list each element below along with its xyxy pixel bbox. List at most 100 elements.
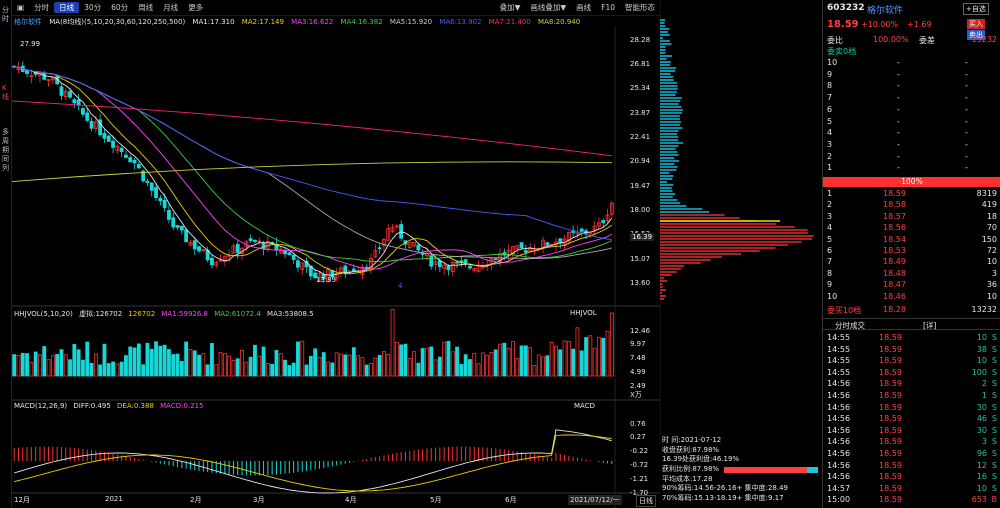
tab-weekly[interactable]: 周线 — [133, 2, 158, 13]
vol-tick: 2.49 — [630, 382, 646, 390]
buy-level-row[interactable]: 7 18.49 10 — [823, 257, 1000, 268]
buy-level-row[interactable]: 9 18.47 36 — [823, 280, 1000, 291]
tab-60min[interactable]: 60分 — [106, 2, 133, 13]
left-tab-bar: 分时 K线 多周期同列 — [0, 0, 12, 508]
draw-line-button[interactable]: 画线 — [571, 2, 596, 13]
current-date-marker: 2021/07/12/一 — [568, 495, 622, 505]
tab-more[interactable]: 更多 — [183, 2, 208, 13]
tick-volume: 1 — [981, 391, 987, 400]
tab-monthly[interactable]: 月线 — [158, 2, 183, 13]
sell-level-row[interactable]: 8 - - — [823, 81, 1000, 92]
candle-body — [132, 159, 137, 164]
level-volume: 3 — [991, 268, 997, 278]
volume-bar — [197, 354, 201, 377]
volume-bar — [579, 350, 584, 377]
tick-volume: 10 — [976, 356, 987, 366]
ma-value: MA4:16.382 — [340, 18, 383, 26]
buy-level-row[interactable]: 3 18.57 18 — [823, 212, 1000, 223]
candle-body — [210, 257, 214, 266]
chip-line: 70%筹码:15.13-18.19+ 集中度:9.17 — [662, 493, 784, 502]
sell-level-row[interactable]: 10 - - — [823, 58, 1000, 69]
left-tab-fenshi[interactable]: 分时 — [2, 6, 11, 24]
volume-bar — [480, 352, 485, 377]
level-number: 3 — [827, 211, 833, 221]
volume-bar — [115, 363, 120, 377]
kline-chart[interactable] — [12, 26, 660, 508]
level-number: 6 — [827, 246, 833, 255]
period-indicator[interactable]: 日线 — [636, 495, 656, 507]
volume-bar — [506, 347, 511, 377]
sell-level-row[interactable]: 7 - - — [823, 93, 1000, 104]
tick-time: 15:00 — [827, 495, 851, 505]
toolbar-square-icon[interactable]: ▣ — [12, 3, 29, 12]
tick-flag: S — [991, 402, 997, 412]
buy-level-row[interactable]: 8 18.48 3 — [823, 269, 1000, 280]
tab-ticks[interactable]: 分时成交 — [835, 320, 865, 331]
draw-overlay-menu[interactable]: 画线叠加▼ — [525, 2, 571, 13]
buy-level-row[interactable]: 4 18.56 70 — [823, 223, 1000, 234]
f10-button[interactable]: F10 — [596, 3, 620, 12]
volume-bar — [472, 353, 477, 377]
volume-bar — [42, 346, 47, 377]
add-watchlist-button[interactable]: +自选 — [963, 3, 989, 15]
candle-body — [42, 72, 47, 80]
tab-daily[interactable]: 日线 — [54, 2, 80, 13]
price-tick: 23.87 — [630, 109, 651, 117]
tick-time: 14:56 — [827, 460, 851, 470]
sell-level-row[interactable]: 2 - - — [823, 152, 1000, 163]
sell-level-row[interactable]: 4 - - — [823, 128, 1000, 139]
tick-flag: B — [991, 495, 998, 505]
level-volume: 419 — [981, 200, 997, 210]
level-price: 18.54 — [883, 234, 906, 244]
level-price: 18.47 — [883, 280, 906, 290]
macd-tick: 0.76 — [630, 420, 646, 428]
buy-button[interactable]: 买入 — [967, 19, 985, 29]
tick-row: 14:56 18.59 1 S — [823, 391, 1000, 402]
macd-tick: -0.22 — [630, 447, 649, 455]
buy-level-row[interactable]: 6 18.53 72 — [823, 246, 1000, 257]
sell-level-row[interactable]: 6 - - — [823, 105, 1000, 116]
tick-volume: 2 — [981, 379, 987, 389]
tab-ticks-detail[interactable]: [详] — [923, 320, 936, 331]
buy-level-row[interactable]: 5 18.54 150 — [823, 235, 1000, 246]
buy-level-row[interactable]: 2 18.58 419 — [823, 200, 1000, 211]
volume-bar — [394, 341, 399, 377]
level-volume: 150 — [981, 234, 997, 244]
volume-bar — [485, 355, 490, 377]
buy-level-row[interactable]: 10 18.46 10 — [823, 292, 1000, 303]
overlay-menu[interactable]: 叠加▼ — [495, 2, 526, 13]
sell-level-row[interactable]: 3 - - — [823, 140, 1000, 151]
chip-line: 16.39处获利盘:46.19% — [662, 455, 740, 464]
buy-total-label: 委买10档 — [827, 306, 862, 315]
candle-body — [128, 157, 133, 163]
buy-level-row[interactable]: 1 18.59 8319 — [823, 189, 1000, 200]
level-volume: 10 — [986, 257, 997, 267]
tab-fenshi[interactable]: 分时 — [29, 2, 54, 13]
level-price: - — [897, 128, 900, 138]
ma-line — [14, 66, 612, 241]
tick-price: 18.59 — [879, 391, 902, 400]
sell-level-row[interactable]: 5 - - — [823, 117, 1000, 128]
tab-30min[interactable]: 30分 — [79, 2, 106, 13]
volume-bar — [145, 342, 150, 377]
left-tab-kline[interactable]: K线 — [2, 84, 11, 102]
level-number: 10 — [827, 58, 838, 67]
sell-level-row[interactable]: 1 - - — [823, 163, 1000, 174]
tick-price: 18.59 — [879, 425, 902, 435]
level-price: - — [897, 58, 900, 67]
volume-bar — [416, 362, 421, 377]
left-tab-multi-period[interactable]: 多周期同列 — [2, 128, 11, 173]
stock-code: 603232 — [827, 3, 865, 13]
candle-body — [429, 255, 434, 267]
tick-volume: 10 — [976, 483, 987, 493]
current-price-marker: 16.39 — [630, 233, 655, 241]
volume-bar — [257, 355, 262, 377]
sell-level-row[interactable]: 9 - - — [823, 70, 1000, 81]
tick-volume: 30 — [976, 425, 987, 435]
volume-bar — [291, 362, 296, 377]
smart-pattern-button[interactable]: 智能形态 — [620, 2, 660, 13]
volume-bar — [347, 354, 352, 377]
level-price: - — [897, 139, 900, 149]
ma-value: MA5:15.920 — [389, 18, 433, 26]
chip-line: 平均成本:17.28 — [662, 474, 713, 483]
